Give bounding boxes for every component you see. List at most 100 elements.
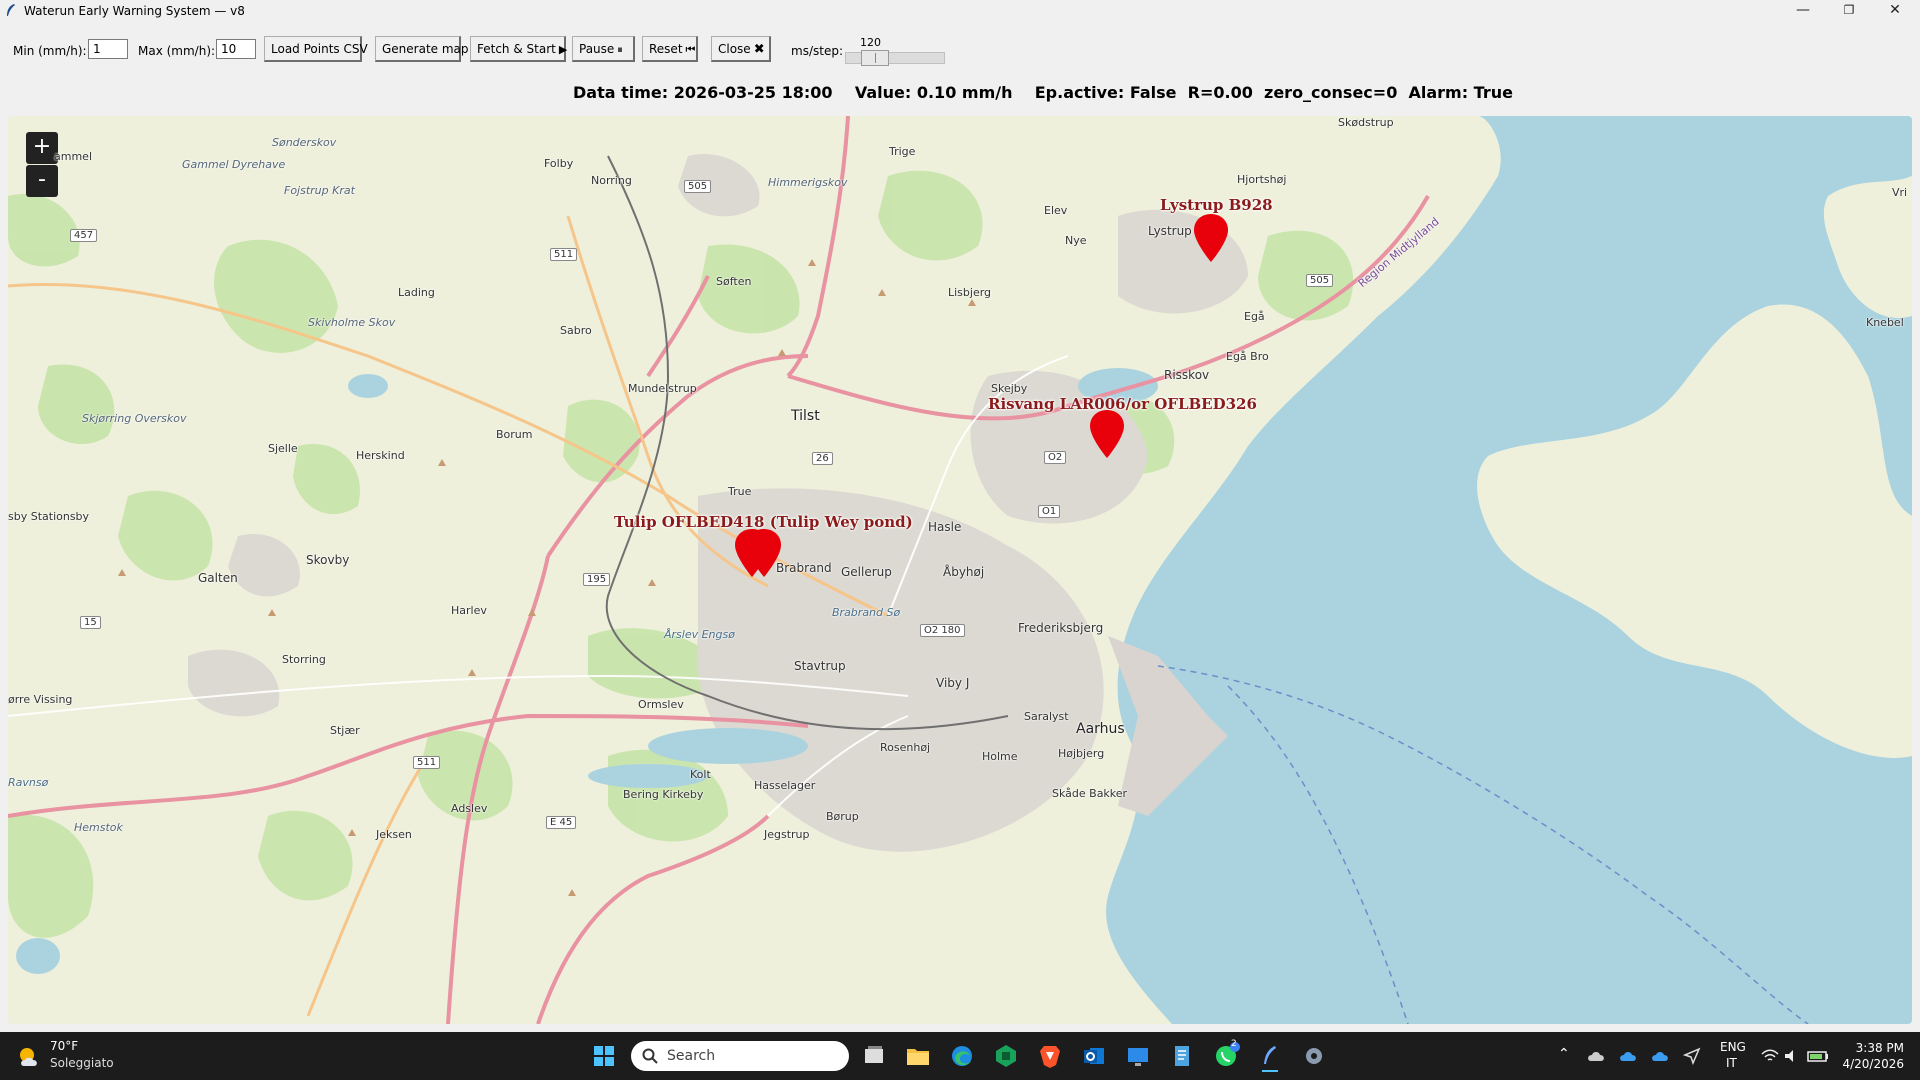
- battery-icon[interactable]: [1806, 1046, 1830, 1066]
- place-folby: Folby: [544, 157, 574, 170]
- toolbar: Min (mm/h): 1 Max (mm/h): 10 Load Points…: [0, 36, 1920, 66]
- place-gammel-dyrehave: Gammel Dyrehave: [182, 158, 286, 171]
- onedrive-icon[interactable]: [1618, 1046, 1638, 1066]
- fetch-start-button[interactable]: Fetch & Start ▶: [470, 36, 568, 62]
- place-sabro: Sabro: [560, 324, 592, 337]
- reset-button[interactable]: Reset ⏮: [642, 36, 698, 62]
- edge-icon[interactable]: [946, 1040, 978, 1072]
- place-abyhoj: Åbyhøj: [943, 565, 985, 579]
- clock-time: 3:38 PM: [1855, 1041, 1904, 1055]
- road-shield-o2-180: O2 180: [920, 624, 965, 637]
- minimize-button[interactable]: —: [1780, 0, 1826, 22]
- place-hojbjerg: Højbjerg: [1058, 747, 1105, 760]
- place-true: True: [728, 485, 752, 498]
- clock[interactable]: 3:38 PM 4/20/2026: [1840, 1040, 1904, 1072]
- pause-label: Pause: [579, 42, 615, 56]
- min-input[interactable]: 1: [88, 39, 128, 59]
- place-adslev: Adslev: [451, 802, 488, 815]
- speaker-icon[interactable]: [1782, 1046, 1802, 1066]
- close-x-icon: ✖: [753, 42, 765, 57]
- windows-start-icon[interactable]: [588, 1040, 620, 1072]
- close-button[interactable]: Close ✖: [711, 36, 771, 62]
- outlook-icon[interactable]: [1078, 1040, 1110, 1072]
- search-placeholder: Search: [667, 1048, 716, 1064]
- road-shield-o1: O1: [1038, 505, 1061, 518]
- maximize-button[interactable]: ❐: [1826, 0, 1872, 22]
- close-window-button[interactable]: ✕: [1872, 0, 1918, 22]
- file-explorer-icon[interactable]: [902, 1040, 934, 1072]
- clock-date: 4/20/2026: [1842, 1057, 1904, 1071]
- onedrive-business-icon[interactable]: [1650, 1046, 1670, 1066]
- place-norring: Norring: [591, 174, 632, 187]
- brave-icon[interactable]: [1034, 1040, 1066, 1072]
- place-holme: Holme: [982, 750, 1018, 763]
- feather-app-icon: [7, 4, 15, 16]
- place-aarhus: Aarhus: [1076, 721, 1125, 737]
- place-brabrand-so: Brabrand Sø: [832, 606, 901, 619]
- ms-step-slider[interactable]: [845, 50, 945, 66]
- map-view[interactable]: + - Aarhus Tilst Lystrup Risskov Skejby …: [8, 116, 1912, 1024]
- generate-map-button[interactable]: Generate map: [375, 36, 469, 62]
- road-shield-e45: E 45: [546, 816, 577, 829]
- place-trige: Trige: [889, 145, 916, 158]
- place-jegstrup: Jegstrup: [764, 828, 810, 841]
- place-skejby: Skejby: [991, 382, 1028, 395]
- road-shield-26: 26: [812, 452, 833, 465]
- place-viby: Viby J: [936, 676, 970, 690]
- road-shield-505: 505: [684, 180, 712, 193]
- place-sjelle: Sjelle: [268, 442, 298, 455]
- place-lystrup: Lystrup: [1148, 224, 1192, 238]
- chevron-up-icon[interactable]: ⌃: [1558, 1046, 1570, 1062]
- place-lisbjerg: Lisbjerg: [948, 286, 992, 299]
- language-indicator[interactable]: ENG: [1720, 1040, 1746, 1054]
- region-indicator: IT: [1726, 1056, 1737, 1070]
- place-risskov: Risskov: [1164, 368, 1210, 382]
- cloud-icon[interactable]: [1586, 1046, 1606, 1066]
- weather-temp: 70°F: [50, 1039, 79, 1053]
- place-skodstrup: Skødstrup: [1338, 116, 1394, 129]
- pause-button[interactable]: Pause ⏸: [572, 36, 635, 62]
- place-storring: Storring: [282, 653, 326, 666]
- location-arrow-icon[interactable]: [1682, 1046, 1702, 1066]
- window-title: Waterun Early Warning System — v8: [24, 4, 245, 18]
- green-app-icon[interactable]: [990, 1040, 1022, 1072]
- place-skovby: Skovby: [306, 553, 350, 567]
- place-skade-bakker: Skåde Bakker: [1052, 787, 1128, 800]
- road-shield-457: 457: [70, 229, 98, 242]
- road-shield-511b: 511: [413, 756, 441, 769]
- place-kolt: Kolt: [690, 768, 711, 781]
- load-points-label: Load Points CSV: [271, 42, 368, 56]
- place-saralyst: Saralyst: [1024, 710, 1069, 723]
- play-icon: ▶: [558, 43, 568, 56]
- place-ammel: ammel: [54, 150, 92, 163]
- fetch-start-label: Fetch & Start: [477, 42, 556, 56]
- max-label: Max (mm/h):: [138, 44, 216, 58]
- map-marker-risvang[interactable]: [1090, 410, 1124, 458]
- place-tilst: Tilst: [791, 408, 820, 424]
- notepad-icon[interactable]: [1166, 1040, 1198, 1072]
- place-rosenhoj: Rosenhøj: [880, 741, 931, 754]
- max-input[interactable]: 10: [216, 39, 256, 59]
- python-feather-icon[interactable]: [1254, 1040, 1286, 1072]
- min-label: Min (mm/h):: [13, 44, 87, 58]
- task-view-icon[interactable]: [858, 1040, 890, 1072]
- place-soften: Søften: [716, 275, 752, 288]
- load-points-csv-button[interactable]: Load Points CSV: [264, 36, 368, 62]
- map-marker-lystrup[interactable]: [1194, 214, 1228, 262]
- map-marker-tulip-b[interactable]: [747, 529, 781, 577]
- settings-gear-icon[interactable]: [1298, 1040, 1330, 1072]
- pause-icon: ⏸: [617, 43, 623, 56]
- ms-step-label: ms/step:: [791, 44, 843, 58]
- place-skivholme: Skivholme Skov: [308, 316, 396, 329]
- wifi-icon[interactable]: [1760, 1046, 1780, 1066]
- place-stavtrup: Stavtrup: [794, 659, 846, 673]
- slider-thumb[interactable]: [861, 50, 889, 66]
- taskbar-search[interactable]: Search: [631, 1041, 849, 1071]
- whatsapp-icon[interactable]: [1210, 1040, 1242, 1072]
- remote-desktop-icon[interactable]: [1122, 1040, 1154, 1072]
- zoom-out-button[interactable]: -: [26, 165, 58, 197]
- place-gellerup: Gellerup: [841, 565, 892, 579]
- road-shield-511: 511: [550, 248, 578, 261]
- place-hemstok: Hemstok: [74, 821, 123, 834]
- place-ormslev: Ormslev: [638, 698, 684, 711]
